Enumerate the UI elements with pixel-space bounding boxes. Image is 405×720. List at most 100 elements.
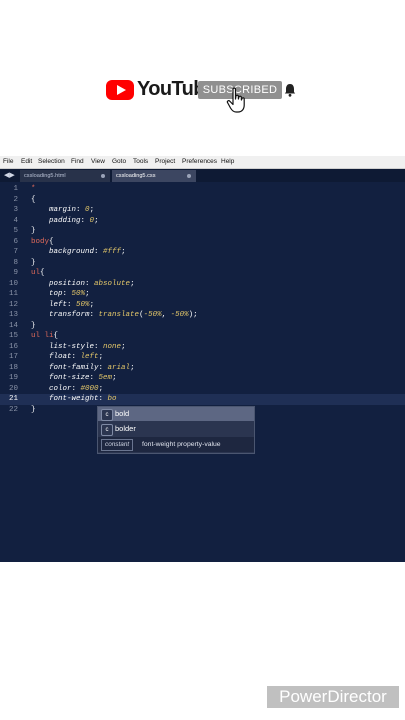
menu-find[interactable]: Find (71, 158, 84, 165)
code-line[interactable]: 21 font-weight: bo (0, 394, 405, 405)
autocomplete-item[interactable]: c bold (98, 407, 254, 421)
code-text: } (31, 227, 36, 235)
code-line[interactable]: 13 transform: translate(-50%, -50%); (0, 310, 405, 321)
code-line[interactable]: 12 left: 50%; (0, 300, 405, 311)
tab-bar: ◀▶ cssloading5.html cssloading5.css (0, 169, 405, 182)
line-number: 18 (8, 363, 18, 372)
line-number: 20 (8, 384, 18, 393)
code-line[interactable]: 10 position: absolute; (0, 279, 405, 290)
line-number: 9 (13, 269, 18, 277)
line-number: 1 (13, 185, 18, 193)
autocomplete-item-label: bolder (115, 424, 136, 433)
code-line[interactable]: 14} (0, 321, 405, 332)
line-number: 12 (8, 300, 18, 309)
code-line[interactable]: 8} (0, 258, 405, 269)
code-editor-window: File Edit Selection Find View Goto Tools… (0, 156, 405, 562)
tab-scroll-arrows-icon[interactable]: ◀▶ (4, 171, 15, 179)
code-line[interactable]: 3 margin: 0; (0, 205, 405, 216)
code-line[interactable]: 9 ul{ (0, 268, 405, 279)
tab-close-icon[interactable] (187, 174, 191, 178)
code-text: background: #fff; (49, 248, 126, 256)
autocomplete-item-label: bold (115, 409, 130, 418)
line-number: 14 (8, 321, 18, 330)
code-text: float: left; (49, 353, 104, 361)
constant-kind-icon: c (101, 424, 113, 436)
code-text: list-style: none; (49, 342, 126, 351)
constant-kind-icon: c (101, 409, 113, 421)
code-line[interactable]: 2{ (0, 195, 405, 206)
autocomplete-details: constant font-weight property-value (98, 437, 254, 452)
code-text: } (31, 405, 36, 414)
tab-close-icon[interactable] (101, 174, 105, 178)
menu-preferences[interactable]: Preferences (182, 158, 217, 165)
code-text: color: #000; (49, 384, 104, 393)
detail-description: property-value (177, 441, 221, 448)
autocomplete-detail: font-weight property-value (142, 437, 221, 452)
code-line[interactable]: 16 list-style: none; (0, 342, 405, 353)
tab-label: cssloading5.css (116, 173, 156, 179)
code-line[interactable]: 17 float: left; (0, 352, 405, 363)
menu-selection[interactable]: Selection (38, 158, 65, 165)
code-line[interactable]: 15 ul li{ (0, 331, 405, 342)
youtube-subscribe-graphic: YouTube SUBSCRIBED (106, 78, 306, 113)
code-line[interactable]: 18 font-family: arial; (0, 363, 405, 374)
tab-label: cssloading5.html (24, 173, 66, 179)
code-line[interactable]: 20 color: #000; (0, 384, 405, 395)
hand-cursor-icon (226, 87, 245, 113)
code-line[interactable]: 11 top: 50%; (0, 289, 405, 300)
line-number: 5 (13, 227, 18, 235)
code-text: transform: translate(-50%, -50%); (49, 311, 198, 319)
line-number: 8 (13, 258, 18, 267)
line-number: 2 (13, 195, 18, 204)
code-text: ul li{ (31, 332, 59, 340)
menu-edit[interactable]: Edit (21, 158, 32, 165)
code-text: margin: 0; (49, 206, 95, 214)
code-line[interactable]: 4 padding: 0; (0, 216, 405, 227)
code-text: font-weight: bo (49, 395, 117, 403)
tab-cssloading5-css[interactable]: cssloading5.css (112, 170, 196, 182)
code-text: font-family: arial; (49, 363, 135, 372)
code-text: body{ (31, 237, 54, 246)
bell-icon[interactable] (284, 83, 296, 97)
line-number: 13 (8, 311, 18, 319)
autocomplete-item[interactable]: c bolder (98, 422, 254, 436)
code-text: } (31, 321, 36, 330)
line-number: 21 (8, 395, 18, 403)
code-text: ul{ (31, 269, 45, 277)
line-number: 6 (13, 237, 18, 246)
menu-view[interactable]: View (91, 158, 105, 165)
menu-tools[interactable]: Tools (133, 158, 148, 165)
line-number: 3 (13, 206, 18, 214)
line-number: 11 (8, 290, 18, 298)
line-number: 7 (13, 248, 18, 256)
code-text: top: 50%; (49, 290, 90, 298)
code-text: } (31, 258, 36, 267)
code-text: { (31, 195, 36, 204)
detail-name: font-weight (142, 441, 176, 448)
menu-goto[interactable]: Goto (112, 158, 126, 165)
code-text: font-size: 5em; (49, 374, 117, 382)
tab-cssloading5-html[interactable]: cssloading5.html (20, 170, 110, 182)
code-line[interactable]: 1 * (0, 184, 405, 195)
code-line[interactable]: 6 body{ (0, 237, 405, 248)
menu-help[interactable]: Help (221, 158, 234, 165)
powerdirector-watermark: PowerDirector (267, 686, 399, 708)
autocomplete-kind: constant (101, 439, 134, 451)
line-number: 15 (8, 332, 18, 340)
menu-file[interactable]: File (3, 158, 13, 165)
line-number: 17 (8, 353, 18, 361)
youtube-play-logo-icon (106, 80, 134, 100)
code-text: padding: 0; (49, 216, 99, 225)
code-line[interactable]: 5} (0, 226, 405, 237)
code-line[interactable]: 19 font-size: 5em; (0, 373, 405, 384)
code-text: left: 50%; (49, 300, 95, 309)
line-number: 19 (8, 374, 18, 382)
code-text: position: absolute; (49, 279, 135, 288)
line-number: 22 (8, 405, 18, 414)
line-number: 4 (13, 216, 18, 225)
line-number: 10 (8, 279, 18, 288)
menu-project[interactable]: Project (155, 158, 175, 165)
line-number: 16 (8, 342, 18, 351)
code-line[interactable]: 7 background: #fff; (0, 247, 405, 258)
menu-bar: File Edit Selection Find View Goto Tools… (0, 156, 405, 169)
